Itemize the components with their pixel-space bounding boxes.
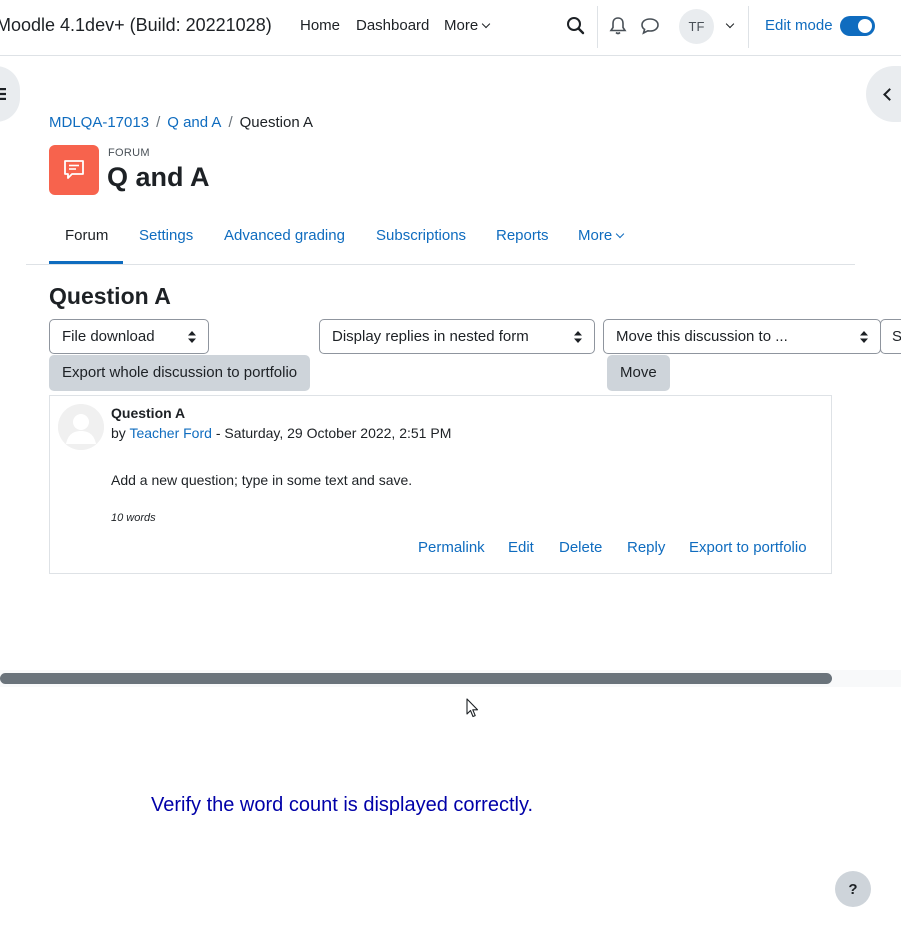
secondary-navigation: Forum Settings Advanced grading Subscrip… <box>26 213 855 265</box>
navbar-divider-2 <box>748 6 749 48</box>
edit-mode-label: Edit mode <box>765 17 833 34</box>
navbar-divider <box>597 6 598 48</box>
post-edit-link[interactable]: Edit <box>508 539 534 556</box>
move-discussion-select-value: Move this discussion to ... <box>616 328 788 345</box>
post-delete-link[interactable]: Delete <box>559 539 602 556</box>
drawer-left-icon <box>0 88 6 100</box>
horizontal-scrollbar-thumb[interactable] <box>0 673 832 684</box>
file-download-select-value: File download <box>62 328 155 345</box>
forum-icon <box>64 160 84 179</box>
post-word-count: 10 words <box>111 512 156 524</box>
breadcrumb: MDLQA-17013 / Q and A / Question A <box>49 114 313 131</box>
activity-type-label: FORUM <box>108 147 150 159</box>
tab-subscriptions[interactable]: Subscriptions <box>376 227 466 244</box>
tab-advanced-grading[interactable]: Advanced grading <box>224 227 345 244</box>
user-avatar[interactable]: TF <box>679 9 714 44</box>
search-icon[interactable] <box>566 16 586 36</box>
select-arrows-icon <box>188 331 196 343</box>
mouse-cursor-icon <box>466 698 479 718</box>
display-mode-select-value: Display replies in nested form <box>332 328 529 345</box>
site-brand[interactable]: Moodle 4.1dev+ (Build: 20221028) <box>0 15 272 36</box>
discussion-title: Question A <box>49 283 171 309</box>
user-menu-chevron-down-icon[interactable] <box>725 19 735 29</box>
breadcrumb-forum[interactable]: Q and A <box>167 114 221 131</box>
post-permalink-link[interactable]: Permalink <box>418 539 485 556</box>
tab-more[interactable]: More <box>578 227 625 244</box>
tab-forum[interactable]: Forum <box>65 227 108 244</box>
open-course-index-button[interactable] <box>0 66 20 122</box>
post-reply-link[interactable]: Reply <box>627 539 665 556</box>
overflow-select[interactable]: S <box>880 319 901 354</box>
export-discussion-button[interactable]: Export whole discussion to portfolio <box>49 355 311 391</box>
chat-icon[interactable] <box>640 16 660 36</box>
post-author-link[interactable]: Teacher Ford <box>129 425 211 441</box>
post-by-prefix: by <box>111 425 126 441</box>
tab-more-label: More <box>578 227 613 244</box>
instruction-caption: Verify the word count is displayed corre… <box>151 794 534 816</box>
page-title: Q and A <box>107 162 210 192</box>
default-user-picture <box>58 404 104 450</box>
nav-dashboard-link[interactable]: Dashboard <box>356 17 429 34</box>
display-mode-select[interactable]: Display replies in nested form <box>319 319 595 354</box>
post-byline: by Teacher Ford - Saturday, 29 October 2… <box>111 425 451 441</box>
forum-activity-icon <box>49 145 99 195</box>
forum-post: Question A by Teacher Ford - Saturday, 2… <box>49 395 832 574</box>
breadcrumb-separator: / <box>156 114 161 131</box>
chevron-left-icon <box>883 88 896 101</box>
post-message: Add a new question; type in some text an… <box>111 472 413 488</box>
post-date: - Saturday, 29 October 2022, 2:51 PM <box>215 425 452 441</box>
breadcrumb-current: Question A <box>239 114 314 131</box>
tab-settings[interactable]: Settings <box>139 227 193 244</box>
overflow-select-value: S <box>892 328 901 345</box>
chevron-down-icon <box>481 19 491 29</box>
nav-home-link[interactable]: Home <box>300 17 340 34</box>
open-block-drawer-button[interactable] <box>866 66 901 122</box>
user-avatar-icon[interactable] <box>58 404 104 450</box>
post-export-link[interactable]: Export to portfolio <box>689 539 807 556</box>
file-download-select[interactable]: File download <box>49 319 209 354</box>
bell-icon[interactable] <box>608 16 628 36</box>
move-discussion-select[interactable]: Move this discussion to ... <box>603 319 881 354</box>
nav-more-label: More <box>444 17 479 34</box>
select-arrows-icon <box>574 331 582 343</box>
post-subject: Question A <box>111 405 186 421</box>
edit-mode-toggle[interactable] <box>840 16 875 36</box>
breadcrumb-course[interactable]: MDLQA-17013 <box>49 114 149 131</box>
nav-more-menu[interactable]: More <box>444 17 491 34</box>
help-button[interactable]: ? <box>835 871 871 907</box>
select-arrows-icon <box>860 331 868 343</box>
move-button[interactable]: Move <box>607 355 670 391</box>
chevron-down-icon <box>615 229 625 239</box>
breadcrumb-separator: / <box>228 114 233 131</box>
active-tab-indicator <box>49 261 123 264</box>
tab-reports[interactable]: Reports <box>496 227 549 244</box>
toggle-knob <box>858 19 872 33</box>
top-navbar: Moodle 4.1dev+ (Build: 20221028) Home Da… <box>0 0 901 56</box>
